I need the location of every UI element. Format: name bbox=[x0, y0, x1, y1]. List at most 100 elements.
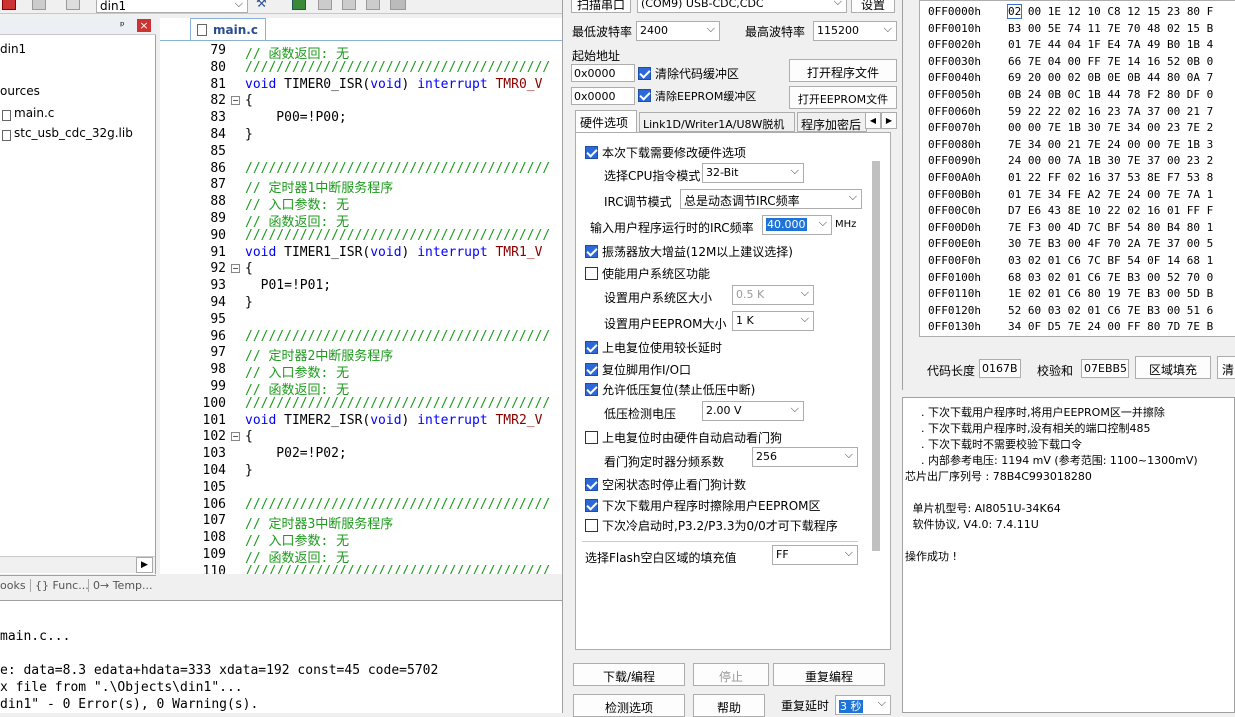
tab-encryption[interactable]: 程序加密后 bbox=[797, 112, 867, 132]
hex-bytes[interactable]: 01 22 FF 02 16 37 53 8E F7 53 8 bbox=[1008, 171, 1213, 187]
detect-options-button[interactable]: 检测选项 bbox=[573, 694, 685, 717]
eeprom-size-select[interactable]: 1 K bbox=[732, 311, 814, 331]
hex-bytes[interactable]: 7E F3 00 4D 7C BF 54 80 B4 80 1 bbox=[1008, 221, 1213, 237]
irc-mode-select[interactable]: 总是动态调节IRC频率 bbox=[680, 189, 862, 209]
tab-hardware-options[interactable]: 硬件选项 bbox=[575, 110, 637, 133]
cold-boot-checkbox[interactable]: 下次冷启动时,P3.2/P3.3为0/0才可下载程序 bbox=[585, 517, 838, 534]
target-select[interactable]: din1 bbox=[96, 0, 248, 13]
repeat-delay-select[interactable]: 3 秒 bbox=[835, 695, 891, 715]
project-item-main-c[interactable]: main.c bbox=[14, 106, 54, 120]
project-item-sources[interactable]: ources bbox=[0, 84, 40, 98]
build-icon[interactable]: ⚒ bbox=[256, 0, 272, 10]
hex-bytes[interactable]: 68 03 02 01 C6 7E B3 00 52 70 0 bbox=[1008, 271, 1213, 287]
options-scrollbar[interactable] bbox=[872, 161, 880, 551]
clear-code-checkbox[interactable]: 清除代码缓冲区 bbox=[638, 65, 739, 82]
fold-icon[interactable]: − bbox=[231, 264, 240, 274]
clear-buffer-button[interactable]: 清 bbox=[1217, 356, 1235, 379]
scan-port-button[interactable]: 扫描串口 bbox=[571, 0, 631, 13]
hex-bytes[interactable]: D7 E6 43 8E 10 22 02 16 01 FF F bbox=[1008, 204, 1213, 220]
fold-icon[interactable]: − bbox=[231, 432, 240, 442]
hex-bytes[interactable]: B3 00 5E 74 11 7E 70 48 02 15 B bbox=[1008, 22, 1213, 38]
toolbar-icon[interactable] bbox=[342, 0, 356, 10]
irc-freq-select[interactable]: 40.000 bbox=[762, 215, 832, 235]
hex-bytes[interactable]: 01 7E 44 04 1F E4 7A 49 B0 1B 4 bbox=[1008, 38, 1213, 54]
toolbar-icon[interactable] bbox=[390, 0, 406, 10]
port-select[interactable]: (COM9) USB-CDC,CDC bbox=[637, 0, 847, 13]
user-sys-size-select[interactable]: 0.5 K bbox=[732, 285, 814, 305]
download-button[interactable]: 下载/编程 bbox=[573, 663, 685, 686]
hex-bytes[interactable]: 69 20 00 02 0B 0E 0B 44 80 0A 7 bbox=[1008, 71, 1213, 87]
open-eeprom-file-button[interactable]: 打开EEPROM文件 bbox=[789, 86, 897, 109]
code-editor[interactable]: main.c 79// 函数返回: 无 80///////////////////… bbox=[160, 18, 562, 574]
code-start-address-input[interactable]: 0x0000 bbox=[571, 64, 635, 82]
horizontal-scrollbar[interactable]: ▶ bbox=[0, 556, 155, 573]
hex-bytes[interactable]: 30 7E B3 00 4F 70 2A 7E 37 00 5 bbox=[1008, 237, 1213, 253]
close-icon[interactable]: × bbox=[137, 19, 151, 32]
hex-bytes[interactable]: 34 0F D5 7E 24 00 FF 80 7D 7E B bbox=[1008, 320, 1213, 336]
toolbar-icon[interactable] bbox=[318, 0, 332, 10]
lvr-checkbox[interactable]: 允许低压复位(禁止低压中断) bbox=[585, 381, 755, 398]
reset-io-checkbox[interactable]: 复位脚用作I/O口 bbox=[585, 361, 691, 378]
wdt-div-select[interactable]: 256 bbox=[752, 447, 858, 467]
hex-bytes[interactable]: 7E 34 00 21 7E 24 00 00 7E 1B 3 bbox=[1008, 138, 1213, 154]
line-number: 91 bbox=[210, 244, 226, 260]
modify-hw-checkbox[interactable]: 本次下载需要修改硬件选项 bbox=[585, 144, 746, 161]
code-length-label: 代码长度 bbox=[927, 364, 976, 378]
hex-bytes[interactable]: 00 00 7E 1B 30 7E 34 00 23 7E 2 bbox=[1008, 121, 1213, 137]
toolbar-icon[interactable] bbox=[2, 0, 16, 10]
hex-bytes[interactable]: 01 7E 34 FE A2 7E 24 00 7E 7A 1 bbox=[1008, 188, 1213, 204]
wdt-auto-checkbox[interactable]: 上电复位时由硬件自动启动看门狗 bbox=[585, 429, 782, 446]
checkbox-icon bbox=[638, 67, 651, 80]
idle-wdt-checkbox[interactable]: 空闲状态时停止看门狗计数 bbox=[585, 476, 746, 493]
hex-bytes[interactable]: 0B 24 0B 0C 1B 44 78 F2 80 DF 0 bbox=[1008, 88, 1213, 104]
repeat-program-button[interactable]: 重复编程 bbox=[773, 663, 885, 686]
tab-functions[interactable]: {} Func... bbox=[30, 579, 89, 592]
erase-eeprom-checkbox[interactable]: 下次下载用户程序时擦除用户EEPROM区 bbox=[585, 497, 821, 514]
hex-bytes[interactable]: 59 22 22 02 16 23 7A 37 00 21 7 bbox=[1008, 105, 1213, 121]
eeprom-start-address-input[interactable]: 0x0000 bbox=[571, 87, 635, 105]
tab-scroll-right-icon[interactable]: ▶ bbox=[881, 112, 897, 129]
user-sys-checkbox[interactable]: 使能用户系统区功能 bbox=[585, 265, 710, 282]
toolbar-icon[interactable] bbox=[366, 0, 380, 10]
tab-scroll-left-icon[interactable]: ◀ bbox=[865, 112, 881, 129]
low-voltage-select[interactable]: 2.00 V bbox=[702, 401, 804, 421]
max-baud-select[interactable]: 115200 bbox=[813, 21, 897, 41]
line-number: 93 bbox=[210, 278, 226, 294]
hex-address: 0FF0000h bbox=[928, 5, 981, 18]
open-program-file-button[interactable]: 打开程序文件 bbox=[789, 59, 897, 82]
project-item-lib[interactable]: stc_usb_cdc_32g.lib bbox=[14, 126, 133, 140]
project-item-din1[interactable]: din1 bbox=[0, 42, 26, 56]
scroll-right-icon[interactable]: ▶ bbox=[136, 557, 153, 573]
long-delay-checkbox[interactable]: 上电复位使用较长延时 bbox=[585, 339, 722, 356]
hex-bytes[interactable]: 1E 02 01 C6 80 19 7E B3 00 5D B bbox=[1008, 287, 1213, 303]
toolbar-icon[interactable] bbox=[292, 0, 306, 10]
fold-icon[interactable]: − bbox=[231, 96, 240, 106]
line-number: 98 bbox=[210, 362, 226, 378]
tab-link1d[interactable]: Link1D/Writer1A/U8W脱机 bbox=[639, 112, 795, 132]
toolbar-icon[interactable] bbox=[66, 0, 80, 10]
code-line: void TIMER0_ISR(void) interrupt TMR0_V bbox=[245, 76, 543, 92]
hex-grid[interactable]: 0FF0000h 02 00 1E 12 10 C8 12 15 23 80 F 0… bbox=[919, 0, 1235, 337]
stop-button[interactable]: 停止 bbox=[693, 663, 769, 686]
build-output: main.c... e: data=8.3 edata+hdata=333 xd… bbox=[0, 600, 562, 713]
fill-value-select[interactable]: FF bbox=[772, 545, 858, 565]
hex-bytes[interactable]: 24 00 00 7A 1B 30 7E 37 00 23 2 bbox=[1008, 154, 1213, 170]
hex-bytes[interactable]: 52 60 03 02 01 C6 7E B3 00 51 6 bbox=[1008, 304, 1213, 320]
min-baud-select[interactable]: 2400 bbox=[636, 21, 720, 41]
cpu-mode-select[interactable]: 32-Bit bbox=[702, 163, 804, 183]
tab-templates[interactable]: 0→ Temp... bbox=[88, 579, 153, 592]
tab-main-c[interactable]: main.c bbox=[190, 18, 266, 40]
checksum-value: 07EBB5 bbox=[1081, 359, 1129, 378]
help-button[interactable]: 帮助 bbox=[693, 694, 765, 717]
hex-bytes[interactable]: 03 02 01 C6 7C BF 54 0F 14 68 1 bbox=[1008, 254, 1213, 270]
region-fill-button[interactable]: 区域填充 bbox=[1135, 356, 1211, 379]
osc-gain-checkbox[interactable]: 振荡器放大增益(12M以上建议选择) bbox=[585, 243, 793, 260]
pin-icon[interactable]: ᵖ bbox=[120, 19, 125, 32]
clear-eeprom-checkbox[interactable]: 清除EEPROM缓冲区 bbox=[638, 88, 756, 104]
hex-bytes[interactable]: 66 7E 04 00 FF 7E 14 16 52 0B 0 bbox=[1008, 55, 1213, 71]
tab-books[interactable]: ooks bbox=[0, 579, 26, 592]
settings-button[interactable]: 设置 bbox=[851, 0, 895, 13]
toolbar-icon[interactable] bbox=[32, 0, 46, 10]
user-sys-size-label: 设置用户系统区大小 bbox=[604, 291, 713, 305]
hex-bytes[interactable]: 02 00 1E 12 10 C8 12 15 23 80 F bbox=[1006, 4, 1213, 21]
